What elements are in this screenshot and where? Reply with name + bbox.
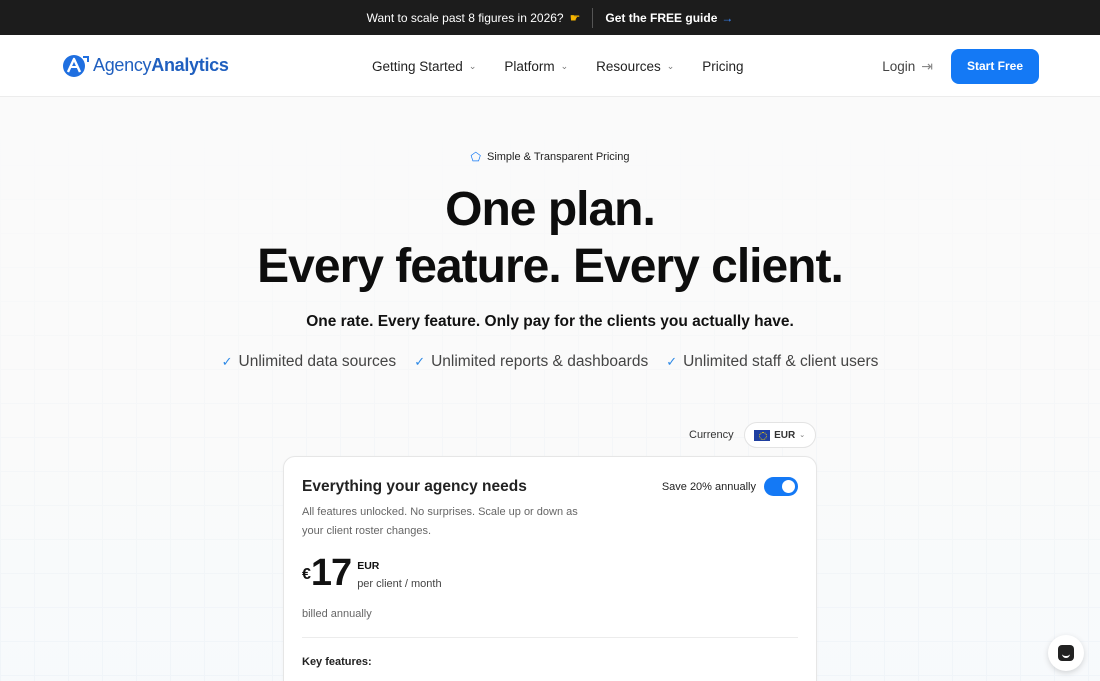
price-amount: 17 (310, 552, 352, 594)
header-actions: Login ⇥ Start Free (882, 35, 1039, 97)
tag-icon: ⬠ (470, 150, 481, 164)
promo-divider (592, 7, 594, 28)
currency-label: Currency (689, 429, 734, 441)
eyebrow: ⬠ Simple & Transparent Pricing (0, 150, 1100, 164)
agencyanalytics-logo-icon (61, 53, 89, 79)
pointing-hand-icon: ☛ (569, 10, 581, 25)
nav-getting-started[interactable]: Getting Started ⌄ (372, 59, 476, 74)
checkmark-icon: ✓ (221, 354, 233, 369)
promo-cta-label: Get the FREE guide (605, 10, 718, 25)
nav-label: Resources (596, 58, 661, 74)
site-header: AgencyAnalytics Getting Started ⌄ Platfo… (0, 35, 1100, 97)
subheading: One rate. Every feature. Only pay for th… (306, 313, 794, 330)
price-meta: EUR per client / month (357, 560, 441, 590)
price-row: € 17 EUR per client / month (302, 553, 442, 593)
billing-note: billed annually (302, 608, 372, 620)
currency-row: Currency EUR ⌄ (689, 422, 816, 448)
nav-label: Getting Started (372, 58, 463, 74)
currency-value: EUR (774, 429, 796, 441)
chat-launcher-button[interactable] (1048, 635, 1084, 671)
price-currency-code: EUR (357, 560, 380, 572)
main-nav: Getting Started ⌄ Platform ⌄ Resources ⌄… (372, 35, 744, 97)
feature-checks: ✓ Unlimited data sources ✓ Unlimited rep… (0, 353, 1100, 371)
nav-label: Platform (504, 58, 555, 74)
chevron-down-icon: ⌄ (799, 432, 806, 439)
logo-word-agency: Agency (93, 55, 152, 75)
check-item: ✓ Unlimited staff & client users (666, 353, 878, 371)
logo-link[interactable]: AgencyAnalytics (61, 53, 229, 79)
login-label: Login (882, 58, 916, 74)
save-label: Save 20% annually (661, 480, 756, 493)
promo-message-wrap: Want to scale past 8 figures in 2026? ☛ (367, 11, 581, 25)
currency-select[interactable]: EUR ⌄ (743, 422, 816, 448)
checkmark-icon: ✓ (666, 354, 678, 369)
billing-toggle-row: Save 20% annually (662, 477, 798, 496)
login-arrow-icon: ⇥ (921, 57, 933, 74)
promo-banner: Want to scale past 8 figures in 2026? ☛ … (0, 0, 1100, 35)
card-title: Everything your agency needs (302, 478, 527, 495)
pricing-card: Everything your agency needs Save 20% an… (283, 456, 817, 681)
check-item: ✓ Unlimited reports & dashboards (414, 353, 648, 371)
check-label: Unlimited data sources (238, 353, 397, 370)
headline-line-1: One plan. (445, 183, 656, 236)
price-period: per client / month (357, 578, 442, 590)
chevron-down-icon: ⌄ (560, 60, 569, 71)
chevron-down-icon: ⌄ (666, 60, 675, 71)
nav-label: Pricing (702, 58, 744, 74)
nav-resources[interactable]: Resources ⌄ (596, 59, 674, 74)
card-divider (302, 637, 798, 638)
chat-icon (1058, 645, 1074, 661)
headline-line-2: Every feature. Every client. (257, 240, 844, 293)
eyebrow-text: Simple & Transparent Pricing (486, 151, 630, 163)
eu-flag-icon (754, 429, 771, 441)
check-label: Unlimited reports & dashboards (431, 353, 649, 370)
promo-message: Want to scale past 8 figures in 2026? (366, 10, 564, 25)
arrow-right-icon: → (721, 10, 734, 25)
checkmark-icon: ✓ (414, 354, 426, 369)
page-title: One plan. Every feature. Every client. (0, 181, 1100, 295)
price-symbol: € (302, 566, 311, 583)
login-link[interactable]: Login ⇥ (882, 58, 933, 75)
logo-word-analytics: Analytics (151, 55, 229, 75)
nav-platform[interactable]: Platform ⌄ (504, 59, 568, 74)
card-description: All features unlocked. No surprises. Sca… (302, 506, 578, 537)
chevron-down-icon: ⌄ (468, 60, 477, 71)
key-features-heading: Key features: (302, 656, 372, 668)
check-label: Unlimited staff & client users (683, 353, 879, 370)
logo-wordmark: AgencyAnalytics (93, 55, 229, 76)
annual-billing-toggle[interactable] (764, 477, 798, 496)
promo-cta-link[interactable]: Get the FREE guide → (605, 11, 733, 25)
nav-pricing[interactable]: Pricing (702, 59, 743, 74)
check-item: ✓ Unlimited data sources (222, 353, 397, 371)
start-free-button[interactable]: Start Free (951, 48, 1039, 84)
pricing-hero: ⬠ Simple & Transparent Pricing One plan.… (0, 97, 1100, 681)
